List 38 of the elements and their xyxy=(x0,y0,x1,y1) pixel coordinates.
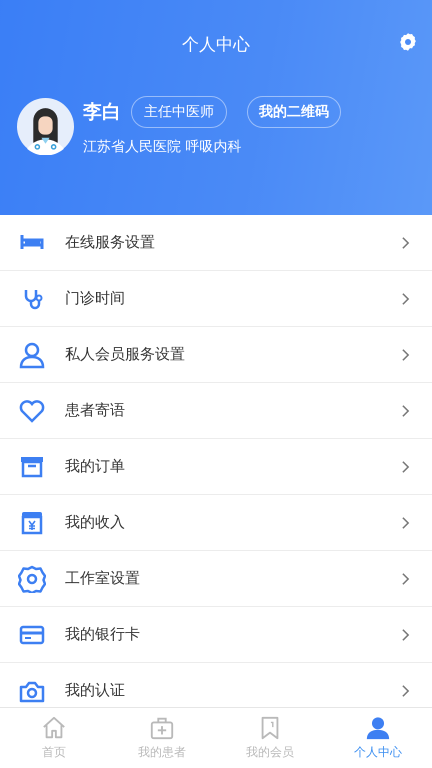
menu-item[interactable]: 我的收入 xyxy=(0,495,432,551)
menu-item[interactable]: 门诊时间 xyxy=(0,271,432,327)
menu-label: 门诊时间 xyxy=(65,289,126,308)
chevron-icon xyxy=(401,348,410,362)
menu-label: 私人会员服务设置 xyxy=(65,345,186,364)
menu-label: 我的银行卡 xyxy=(65,625,141,644)
chevron-icon xyxy=(401,236,410,250)
affiliation-text: 江苏省人民医院 呼吸内科 xyxy=(83,138,242,156)
menu-item[interactable]: 在线服务设置 xyxy=(0,215,432,271)
chevron-icon xyxy=(401,572,410,586)
menu-item[interactable]: 我的银行卡 xyxy=(0,607,432,663)
chevron-icon xyxy=(401,516,410,530)
chevron-icon xyxy=(401,628,410,642)
settings-icon[interactable] xyxy=(398,32,418,52)
menu-item[interactable]: 我的认证 xyxy=(0,663,432,707)
gear-icon xyxy=(18,564,46,592)
chevron-icon xyxy=(401,460,410,474)
menu-label: 患者寄语 xyxy=(65,401,126,420)
chevron-icon xyxy=(401,404,410,418)
menu-item[interactable]: 患者寄语 xyxy=(0,383,432,439)
title-badge: 主任中医师 xyxy=(131,96,227,128)
menu-label: 工作室设置 xyxy=(65,569,141,588)
menu-item[interactable]: 工作室设置 xyxy=(0,551,432,607)
menu-item[interactable]: 我的订单 xyxy=(0,439,432,495)
avatar-drawing xyxy=(17,98,74,154)
home-icon xyxy=(41,715,67,741)
person-icon xyxy=(18,340,46,368)
chevron-icon xyxy=(401,684,410,698)
menu-label: 我的订单 xyxy=(65,457,126,476)
menu-label: 我的认证 xyxy=(65,681,126,700)
menu-item[interactable]: 私人会员服务设置 xyxy=(0,327,432,383)
person-icon xyxy=(365,715,391,741)
chevron-icon xyxy=(401,292,410,306)
medical-kit-icon xyxy=(149,715,175,741)
menu-label: 在线服务设置 xyxy=(65,233,156,252)
doctor-name: 李白 xyxy=(83,100,121,125)
menu-label: 我的收入 xyxy=(65,513,126,532)
page-title: 个人中心 xyxy=(182,34,250,56)
